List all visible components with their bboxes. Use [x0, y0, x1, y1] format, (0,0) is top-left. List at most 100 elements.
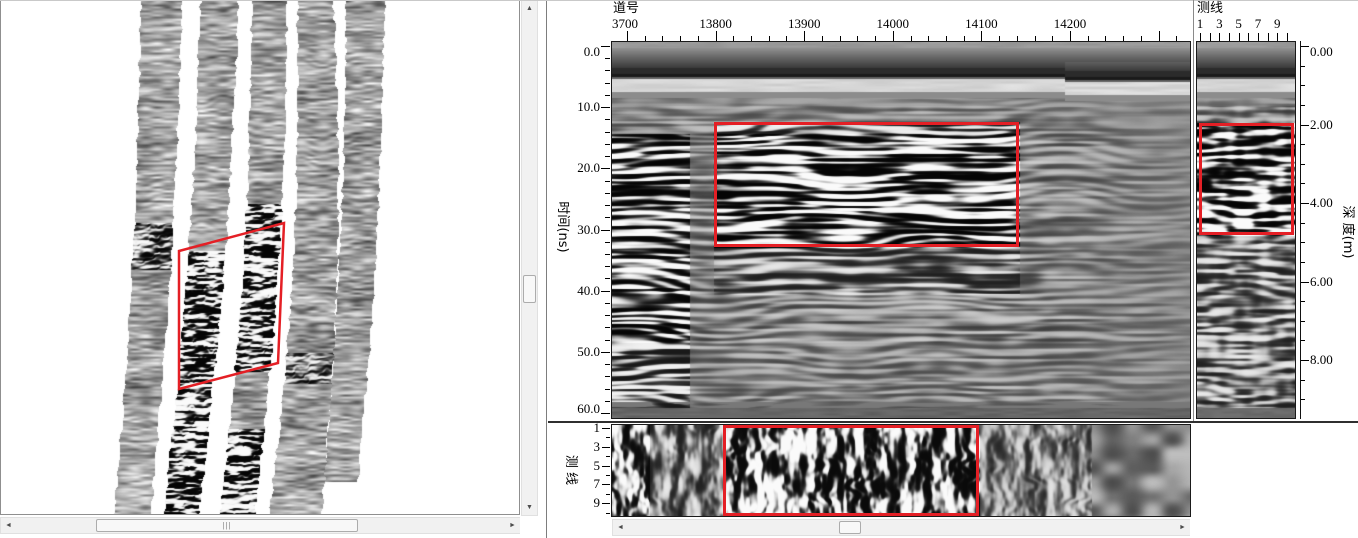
axis-tick: [1301, 125, 1309, 126]
axis-tick: [606, 513, 610, 514]
scroll-down-icon: ▼: [526, 504, 533, 511]
axis-tick: [605, 327, 610, 328]
axis-tick: [1268, 33, 1269, 41]
scroll-left-button[interactable]: ◄: [1, 518, 16, 533]
axis-tick: [1159, 31, 1160, 41]
map-hscrollbar-thumb[interactable]: |||: [96, 519, 358, 532]
axis-tick: [605, 83, 610, 84]
main-section-canvas[interactable]: [611, 41, 1191, 419]
slice-section-canvas[interactable]: [611, 424, 1191, 517]
axis-tick: [606, 456, 610, 457]
cross-section-canvas[interactable]: [1196, 41, 1296, 419]
axis-tick: [605, 254, 610, 255]
axis-tick: [601, 413, 610, 414]
axis-tick: [1301, 301, 1305, 302]
axis-tick: [605, 303, 610, 304]
plan-map-view[interactable]: [0, 0, 520, 515]
scroll-down-button[interactable]: ▼: [522, 500, 537, 515]
axis-tick: [605, 401, 610, 402]
tick-label: 13900: [774, 17, 834, 31]
slice-hscrollbar-thumb[interactable]: [839, 521, 861, 534]
axis-tick: [605, 376, 610, 377]
tick-label: 3700: [612, 17, 638, 31]
app-window: ▲ ▼ ◄ ||| ► 道号 3700 13800 13900 14000 14100 1…: [0, 0, 1358, 538]
tick-label: 14100: [951, 17, 1011, 31]
axis-tick: [1210, 33, 1211, 41]
trace-axis-title: 道号: [613, 2, 639, 16]
scrollbar-grip-icon: |||: [222, 521, 231, 530]
axis-tick: [602, 428, 610, 429]
axis-tick: [605, 132, 610, 133]
axis-tick: [1301, 144, 1305, 145]
tick-label: 6.00: [1310, 275, 1333, 289]
tick-label: 2.00: [1310, 118, 1333, 132]
axis-tick: [601, 291, 610, 292]
axis-tick: [605, 242, 610, 243]
axis-tick: [1239, 33, 1240, 41]
axis-tick: [605, 389, 610, 390]
axis-tick: [601, 46, 610, 47]
scroll-right-button[interactable]: ►: [505, 518, 520, 533]
axis-tick: [1301, 242, 1305, 243]
axis-tick: [601, 352, 610, 353]
axis-tick: [1301, 321, 1305, 322]
axis-tick: [605, 156, 610, 157]
axis-tick: [605, 181, 610, 182]
axis-tick: [605, 340, 610, 341]
axis-tick: [602, 503, 610, 504]
axis-tick: [605, 70, 610, 71]
window-top-border: [0, 0, 1358, 1]
axis-tick: [981, 31, 982, 41]
axis-tick: [1301, 66, 1305, 67]
main-cross-divider: [1193, 0, 1194, 421]
map-horizontal-scrollbar[interactable]: ◄ ||| ►: [0, 517, 520, 534]
axis-tick: [601, 107, 610, 108]
axis-tick: [1301, 46, 1309, 47]
axis-tick: [605, 315, 610, 316]
axis-tick: [1301, 262, 1305, 263]
section-divider: [548, 421, 1358, 423]
axis-tick: [605, 119, 610, 120]
axis-tick: [1301, 183, 1305, 184]
axis-tick: [1301, 223, 1305, 224]
axis-tick: [1070, 31, 1071, 41]
axis-tick: [602, 466, 610, 467]
slice-horizontal-scrollbar[interactable]: ◄ ►: [612, 519, 1190, 536]
tick-label: 0.00: [1310, 45, 1333, 59]
axis-tick: [601, 168, 610, 169]
axis-tick: [1277, 33, 1278, 41]
tick-label: 14000: [863, 17, 923, 31]
tick-label: 20.0: [556, 161, 600, 175]
time-axis-title: 时间(ns): [555, 192, 569, 262]
tick-label: 40.0: [556, 284, 600, 298]
axis-tick: [1301, 164, 1305, 165]
depth-axis-line: [1300, 41, 1301, 419]
map-vscrollbar-thumb[interactable]: [523, 275, 536, 303]
tick-label: 1: [556, 421, 600, 435]
tick-label: 13800: [686, 17, 746, 31]
map-canvas[interactable]: [1, 1, 519, 514]
axis-tick: [605, 144, 610, 145]
panel-splitter[interactable]: [546, 0, 547, 538]
tick-label: 0.0: [556, 45, 600, 59]
axis-tick: [1258, 33, 1259, 41]
scroll-up-button[interactable]: ▲: [522, 1, 537, 16]
axis-tick: [893, 31, 894, 41]
slice-scroll-left-button[interactable]: ◄: [613, 520, 628, 535]
line-axis-top-title: 测线: [1197, 2, 1223, 16]
tick-label: 14200: [1040, 17, 1100, 31]
map-vertical-scrollbar[interactable]: ▲ ▼: [521, 0, 538, 516]
tick-label: 60.0: [556, 402, 600, 416]
slice-scroll-right-button[interactable]: ►: [1175, 520, 1190, 535]
axis-tick: [1219, 33, 1220, 41]
tick-label: 4.00: [1310, 196, 1333, 210]
axis-tick: [605, 205, 610, 206]
axis-tick: [1200, 33, 1201, 41]
axis-tick: [606, 494, 610, 495]
axis-tick: [605, 364, 610, 365]
scroll-left-icon: ◄: [617, 524, 624, 531]
axis-tick: [1287, 33, 1288, 41]
axis-tick: [804, 31, 805, 41]
axis-tick: [1229, 33, 1230, 41]
scroll-right-icon: ►: [509, 522, 516, 529]
